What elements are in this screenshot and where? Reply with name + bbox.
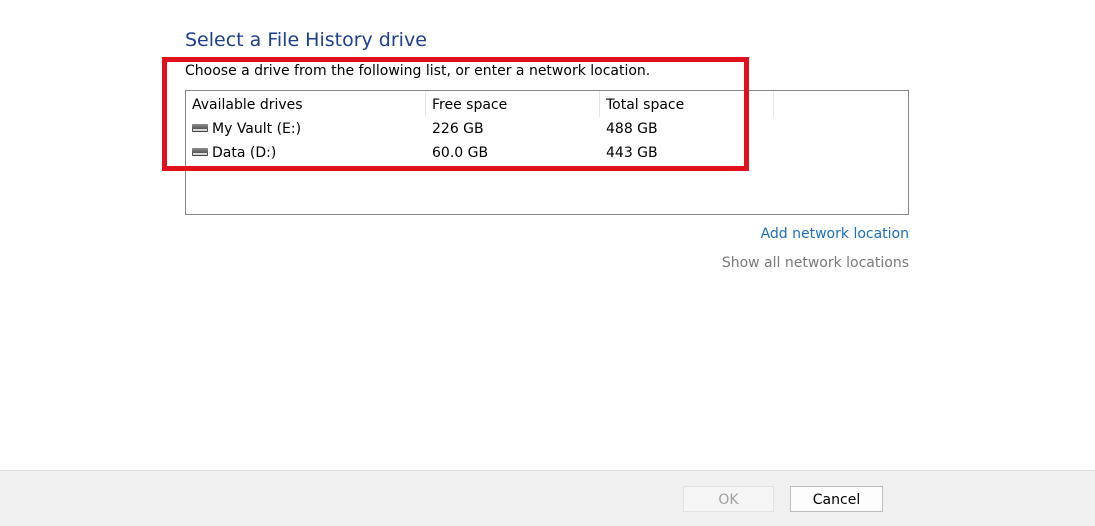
column-header-free-space[interactable]: Free space bbox=[426, 91, 600, 117]
drive-name-cell: Data (D:) bbox=[192, 142, 276, 164]
cancel-button[interactable]: Cancel bbox=[790, 486, 883, 512]
ok-button[interactable]: OK bbox=[683, 486, 774, 512]
drive-name: Data (D:) bbox=[212, 145, 277, 161]
drives-list-header: Available drives Free space Total space bbox=[186, 91, 908, 117]
drive-row[interactable]: Data (D:) 60.0 GB 443 GB bbox=[186, 142, 908, 166]
column-header-available-drives[interactable]: Available drives bbox=[186, 91, 426, 117]
drive-icon bbox=[192, 124, 208, 132]
drive-total-space: 488 GB bbox=[606, 121, 658, 137]
drives-list[interactable]: Available drives Free space Total space … bbox=[185, 90, 909, 215]
add-network-location-link[interactable]: Add network location bbox=[761, 226, 909, 242]
instruction-text: Choose a drive from the following list, … bbox=[185, 63, 651, 79]
drive-free-space: 226 GB bbox=[432, 121, 484, 137]
drive-name: My Vault (E:) bbox=[212, 121, 302, 137]
dialog-footer: OK Cancel bbox=[0, 470, 1095, 526]
show-all-network-locations-link[interactable]: Show all network locations bbox=[722, 255, 909, 271]
drive-name-cell: My Vault (E:) bbox=[192, 118, 301, 140]
drive-total-space: 443 GB bbox=[606, 145, 658, 161]
drive-icon bbox=[192, 148, 208, 156]
drive-free-space: 60.0 GB bbox=[432, 145, 489, 161]
drive-row[interactable]: My Vault (E:) 226 GB 488 GB bbox=[186, 118, 908, 142]
dialog-title: Select a File History drive bbox=[185, 29, 427, 51]
column-header-total-space[interactable]: Total space bbox=[600, 91, 774, 117]
